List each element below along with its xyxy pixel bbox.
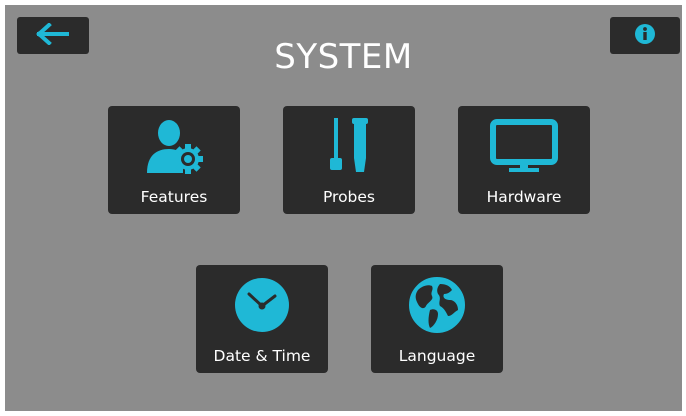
language-tile[interactable]: Language [371, 265, 503, 373]
hardware-tile[interactable]: Hardware [458, 106, 590, 214]
probes-tile[interactable]: Probes [283, 106, 415, 214]
hardware-label: Hardware [486, 188, 562, 206]
features-label: Features [140, 188, 208, 206]
date-time-tile[interactable]: Date & Time [196, 265, 328, 373]
date-time-label: Date & Time [213, 347, 311, 365]
probes-label: Probes [322, 188, 376, 206]
globe-icon [408, 276, 466, 338]
system-screen: SYSTEM Features Probes Hardware Date & T… [5, 5, 682, 411]
monitor-icon [489, 118, 559, 178]
language-label: Language [398, 347, 476, 365]
page-title: SYSTEM [274, 37, 413, 77]
features-tile[interactable]: Features [108, 106, 240, 214]
user-gear-icon [143, 117, 205, 179]
clock-icon [233, 276, 291, 338]
probes-icon [324, 116, 374, 180]
